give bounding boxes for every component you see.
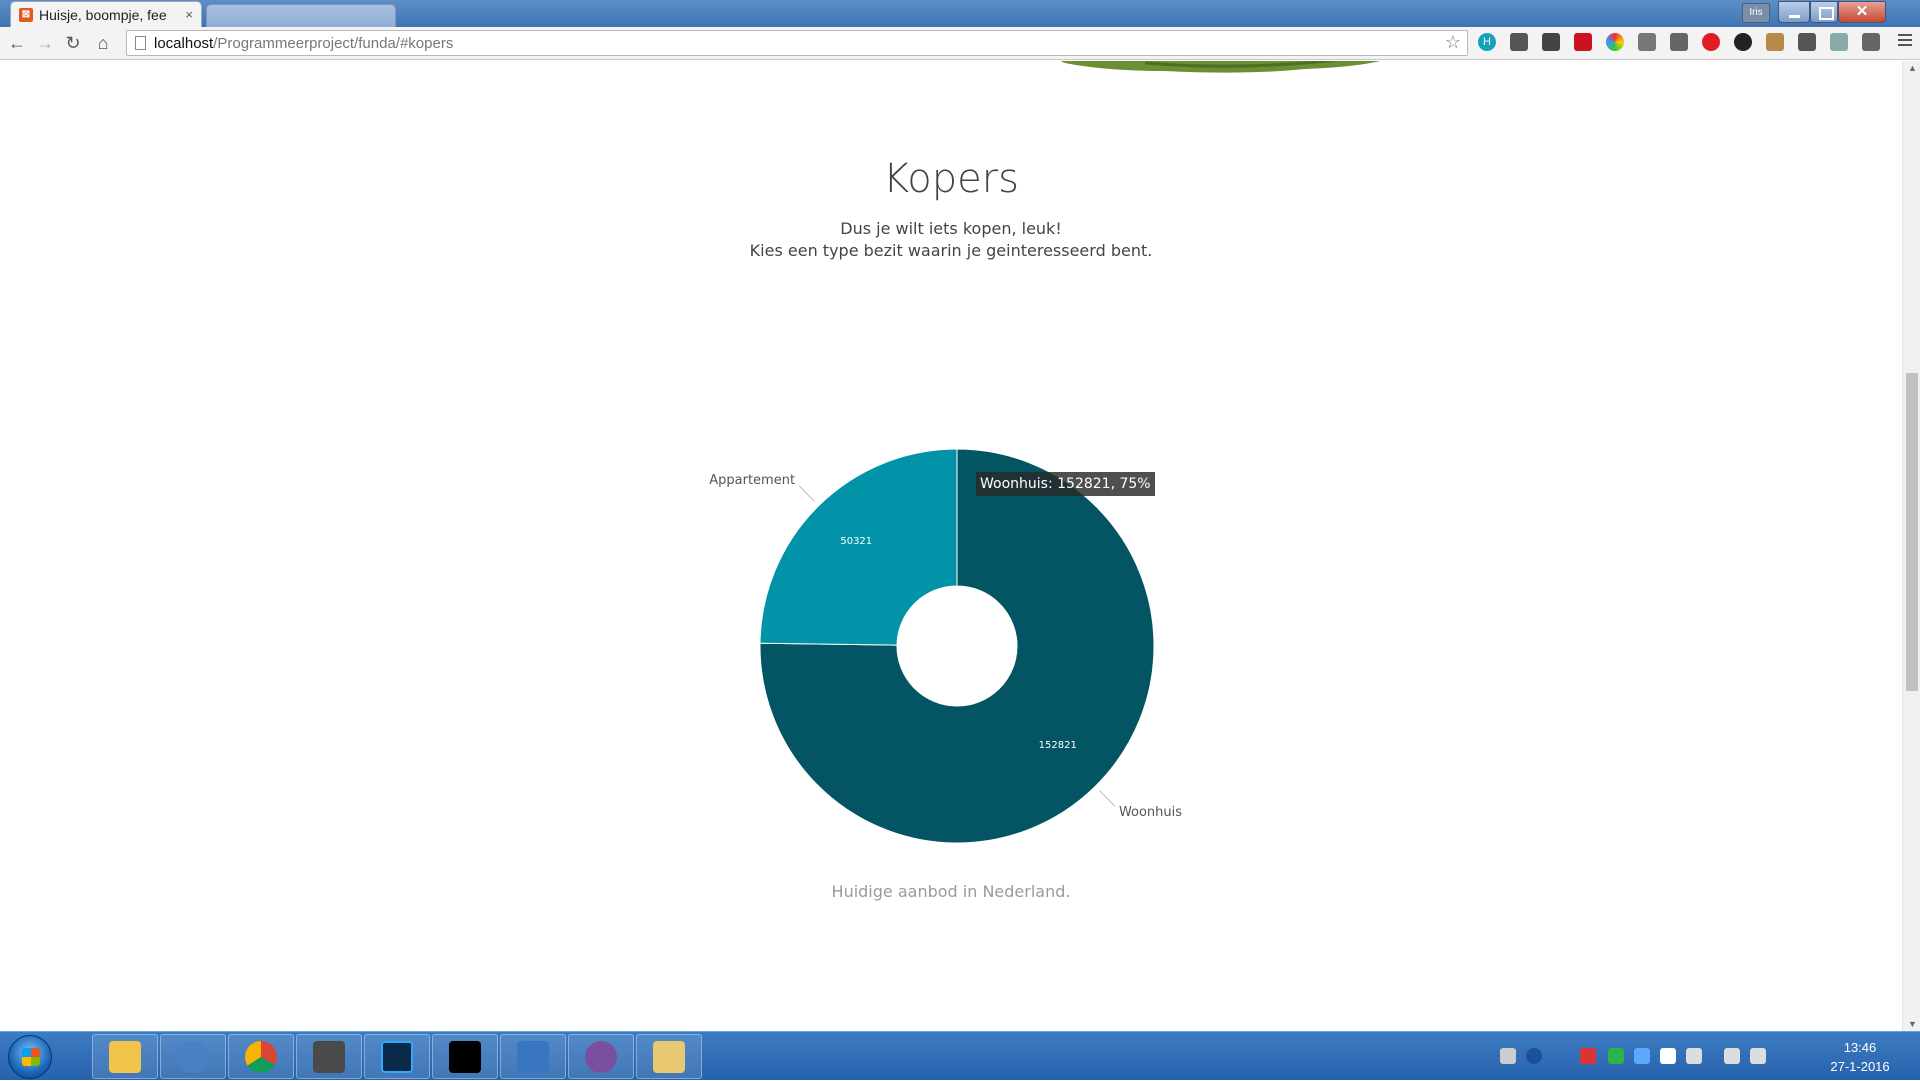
taskbar-explorer[interactable] [92,1034,158,1079]
grass-illustration [1060,61,1381,73]
browser-tab-new[interactable] [206,4,396,27]
extension-satellite-icon[interactable] [1830,33,1848,51]
slice-value-label: 152821 [1039,740,1077,751]
keyboard-icon[interactable] [1500,1048,1516,1064]
chrome-menu-icon[interactable] [1898,34,1912,48]
maximize-button[interactable] [1810,1,1838,23]
home-icon[interactable]: ⌂ [92,32,114,54]
page-scrollbar[interactable]: ▲ ▼ [1902,61,1920,1031]
url-path: /Programmeerproject/funda/#kopers [213,34,454,52]
extension-eyedropper-icon[interactable] [1638,33,1656,51]
page-icon [135,36,146,50]
browser-toolbar: ← → ↻ ⌂ localhost/Programmeerproject/fun… [0,27,1920,60]
subtitle-line-2: Kies een type bezit waarin je geinteress… [749,241,1153,260]
extension-cast-icon[interactable] [1798,33,1816,51]
volume-icon[interactable] [1750,1048,1766,1064]
taskbar-photoshop[interactable] [364,1034,430,1079]
bookmark-star-icon[interactable]: ☆ [1445,32,1461,53]
extension-cookie-icon[interactable] [1766,33,1784,51]
taskbar-paint[interactable] [636,1034,702,1079]
section-subtitle: Dus je wilt iets kopen, leuk! Kies een t… [0,218,1902,262]
subtitle-line-1: Dus je wilt iets kopen, leuk! [840,219,1062,238]
taskbar-qbittorrent[interactable] [160,1034,226,1079]
github-icon [585,1040,617,1073]
page-viewport: Kopers Dus je wilt iets kopen, leuk! Kie… [0,61,1902,1031]
sublime-icon [313,1040,345,1073]
extension-pen-icon[interactable] [1542,33,1560,51]
close-window-button[interactable]: ✕ [1838,1,1886,23]
tray-green-icon[interactable] [1608,1048,1624,1064]
clock-date: 27-1-2016 [1830,1059,1890,1074]
chrome-icon [245,1040,277,1073]
tab-close-icon[interactable]: × [185,7,193,22]
taskbar-clock[interactable]: 13:46 27-1-2016 [1808,1038,1912,1076]
reload-icon[interactable]: ↻ [62,32,84,54]
extension-tools-icon[interactable] [1670,33,1688,51]
label-leader-line [798,485,815,502]
clock-time: 13:46 [1843,1040,1877,1055]
taskbar-terminal[interactable] [432,1034,498,1079]
photoshop-icon [381,1040,413,1073]
xampp-favicon-icon: ⊠ [19,7,33,22]
terminal-icon [449,1040,481,1073]
windows-taskbar: 13:46 27-1-2016 [0,1031,1920,1080]
extension-opera-icon[interactable] [1702,33,1720,51]
url-host: localhost [154,34,214,52]
scroll-up-icon[interactable]: ▲ [1908,63,1917,73]
qbittorrent-icon [177,1040,209,1073]
slice-category-label: Appartement [709,473,795,488]
extension-h-icon[interactable]: H [1478,33,1496,51]
extension-color-wheel-icon[interactable] [1606,33,1624,51]
donut-chart: 152821 Woonhuis 50321 Appartement [0,381,1902,861]
back-arrow-icon[interactable]: ← [6,32,28,54]
browser-titlebar: ⊠ Huisje, boompje, fee × Iris ✕ [0,0,1920,27]
address-bar[interactable]: localhost/Programmeerproject/funda/#kope… [126,30,1468,56]
slice-value-label: 50321 [840,536,872,547]
taskbar-app[interactable] [500,1034,566,1079]
app-icon [517,1040,549,1073]
extension-screen-icon[interactable] [1862,33,1880,51]
tab-title: Huisje, boompje, fee [39,6,167,23]
extension-puzzle-icon[interactable] [1510,33,1528,51]
scrollbar-thumb[interactable] [1906,373,1918,691]
label-leader-line [1099,790,1116,807]
tray-app-icon[interactable] [1580,1048,1596,1064]
slice-category-label: Woonhuis [1119,805,1182,820]
windows-flag-icon[interactable] [1660,1048,1676,1064]
scroll-down-icon[interactable]: ▼ [1908,1019,1917,1029]
section-title: Kopers [883,156,1019,202]
chart-tooltip: Woonhuis: 152821, 75% [976,472,1155,496]
profile-badge[interactable]: Iris [1742,3,1770,23]
chart-caption: Huidige aanbod in Nederland. [831,882,1071,901]
signal-icon[interactable] [1724,1048,1740,1064]
start-button[interactable] [8,1035,52,1079]
help-icon[interactable] [1526,1048,1542,1064]
dropbox-icon[interactable] [1634,1048,1650,1064]
browser-tab-active[interactable]: ⊠ Huisje, boompje, fee × [10,1,202,27]
battery-icon[interactable] [1686,1048,1702,1064]
taskbar-github[interactable] [568,1034,634,1079]
taskbar-chrome[interactable] [228,1034,294,1079]
minimize-button[interactable] [1778,1,1810,23]
forward-arrow-icon[interactable]: → [34,32,56,54]
taskbar-sublime[interactable] [296,1034,362,1079]
extension-camera-icon[interactable] [1734,33,1752,51]
donut-chart-svg: 152821 Woonhuis 50321 Appartement [709,448,1182,844]
paint-icon [653,1040,685,1073]
folder-icon [109,1040,141,1073]
extension-red-icon[interactable] [1574,33,1592,51]
